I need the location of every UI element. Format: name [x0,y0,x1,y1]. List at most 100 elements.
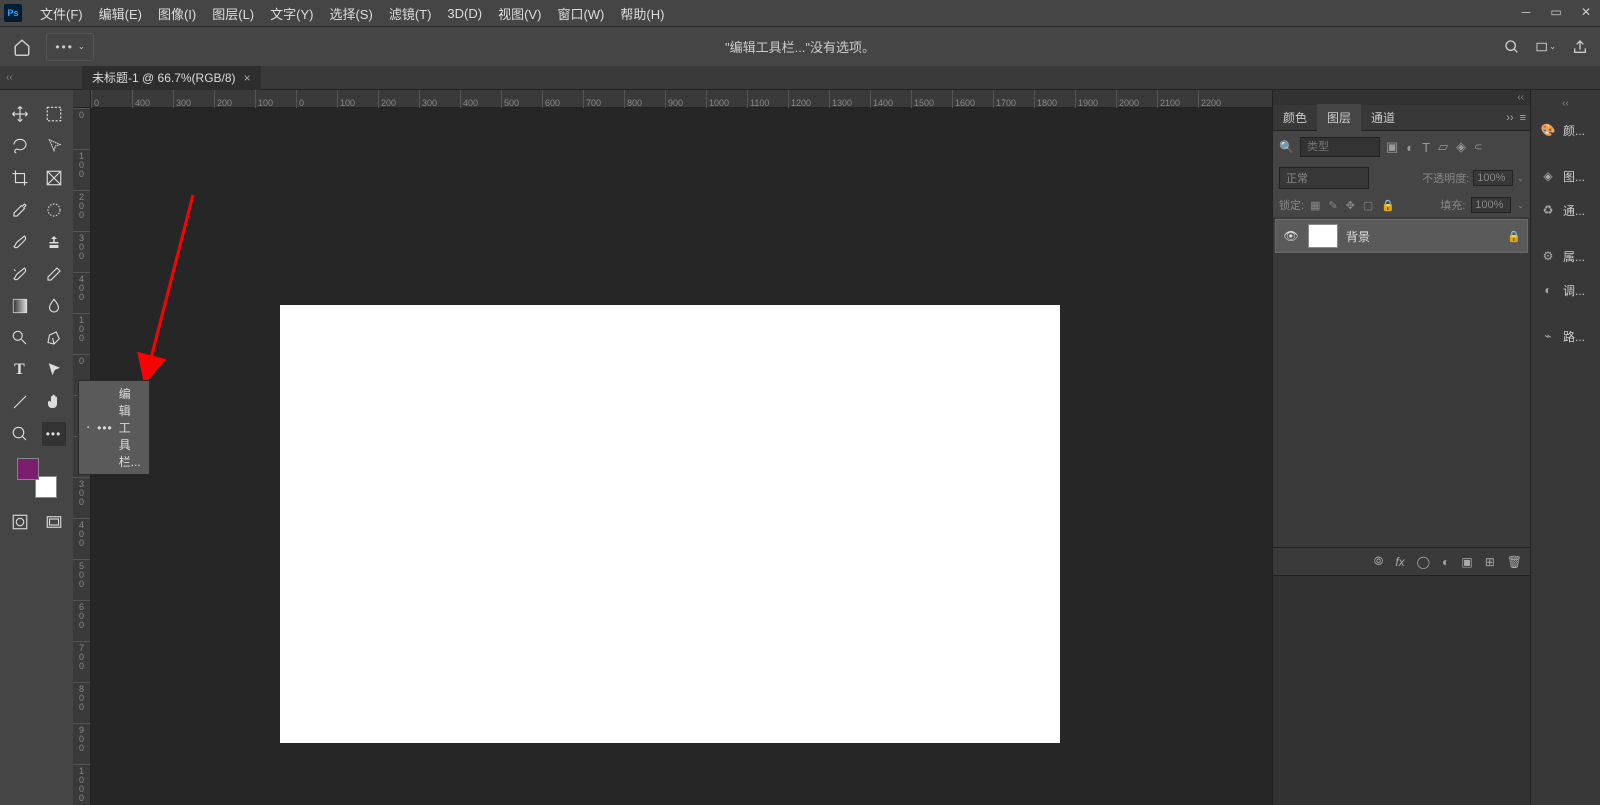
filter-smart-icon[interactable]: ◈ [1456,139,1466,155]
close-tab-icon[interactable]: × [244,71,251,85]
collapse-handle[interactable]: ‹‹ [1531,96,1600,111]
collapsed-channels[interactable]: ♻通... [1531,195,1600,225]
lock-artboard-icon[interactable]: ▢ [1363,199,1373,212]
layer-thumbnail[interactable] [1308,224,1338,248]
minimize-button[interactable]: ─ [1518,4,1534,20]
share-icon[interactable] [1570,37,1590,57]
menu-select[interactable]: 选择(S) [321,0,380,27]
clone-stamp-tool[interactable] [42,230,66,254]
lock-transparent-icon[interactable]: ▦ [1310,199,1320,212]
screen-mode-tool[interactable] [42,510,66,534]
close-button[interactable]: ✕ [1578,4,1594,20]
filter-image-icon[interactable]: ▣ [1386,139,1398,155]
menu-file[interactable]: 文件(F) [32,0,91,27]
toolbar-options-button[interactable]: ••• ⌄ [46,33,94,61]
menu-window[interactable]: 窗口(W) [549,0,612,27]
filter-shape-icon[interactable]: ▱ [1438,139,1448,155]
filter-type-icon[interactable]: T [1422,140,1430,155]
chevron-down-icon[interactable]: ⌄ [1517,174,1524,183]
group-icon[interactable]: ▣ [1461,555,1472,569]
collapse-right-icon[interactable]: ‹‹ [1273,90,1530,105]
frame-icon[interactable]: ⌄ [1536,37,1556,57]
collapsed-adjustments[interactable]: ◐调... [1531,275,1600,305]
type-tool[interactable]: T [8,358,32,382]
patch-tool[interactable] [42,198,66,222]
canvas[interactable] [280,305,1060,743]
adjustment-icon[interactable]: ◐ [1442,555,1449,569]
home-button[interactable] [6,33,38,61]
panel-expand-icon[interactable]: ›› [1506,112,1513,124]
visibility-toggle[interactable]: 👁 [1282,229,1300,243]
tab-color[interactable]: 颜色 [1273,104,1317,131]
chevron-down-icon: ⌄ [78,42,85,51]
panel-tabs: 颜色 图层 通道 ›› ≡ [1273,105,1530,131]
filter-adjust-icon[interactable]: ◐ [1406,140,1414,155]
layer-filter-input[interactable] [1300,137,1380,157]
edit-toolbar-tool[interactable]: ••• [42,422,66,446]
tab-layers[interactable]: 图层 [1317,104,1361,131]
menu-layer[interactable]: 图层(L) [204,0,262,27]
fill-input[interactable] [1471,197,1511,213]
lasso-tool[interactable] [8,134,32,158]
panel-menu-icon[interactable]: ≡ [1520,112,1526,124]
dodge-tool[interactable] [8,326,32,350]
collapsed-paths[interactable]: ⌁路... [1531,321,1600,351]
opacity-input[interactable] [1473,170,1513,186]
menu-image[interactable]: 图像(I) [150,0,204,27]
collapsed-color[interactable]: 🎨颜... [1531,115,1600,145]
lock-position-icon[interactable]: ✥ [1346,199,1355,212]
blend-mode-select[interactable]: 正常 [1279,167,1369,189]
menu-3d[interactable]: 3D(D) [439,2,490,25]
pen-tool[interactable] [42,326,66,350]
tab-channels[interactable]: 通道 [1361,104,1405,131]
gradient-tool[interactable] [8,294,32,318]
lock-paint-icon[interactable]: ✎ [1328,199,1337,212]
foreground-color[interactable] [17,458,39,480]
recycle-icon: ♻ [1539,201,1557,219]
lock-all-icon[interactable]: 🔒 [1381,199,1395,212]
quick-mask-tool[interactable] [8,510,32,534]
hand-tool[interactable] [42,390,66,414]
mask-icon[interactable]: ◯ [1417,555,1430,569]
search-icon[interactable] [1502,37,1522,57]
eyedropper-tool[interactable] [8,198,32,222]
new-layer-icon[interactable]: ⊞ [1485,555,1495,569]
collapsed-properties[interactable]: ⚙属... [1531,241,1600,271]
link-layers-icon[interactable]: ⦾ [1374,554,1384,569]
crop-tool[interactable] [8,166,32,190]
frame-tool[interactable] [42,166,66,190]
menu-type[interactable]: 文字(Y) [262,0,321,27]
collapse-left-icon[interactable]: ‹‹ [6,72,13,83]
menu-edit[interactable]: 编辑(E) [91,0,150,27]
chevron-down-icon[interactable]: ⌄ [1517,201,1524,210]
fill-label: 填充: [1440,197,1465,213]
eraser-tool[interactable] [42,262,66,286]
layer-lock-icon[interactable]: 🔒 [1507,230,1521,243]
collapsed-layers[interactable]: ◈图... [1531,161,1600,191]
color-swatches[interactable] [17,458,57,498]
document-tab[interactable]: 未标题-1 @ 66.7%(RGB/8) × [82,66,261,90]
layer-name[interactable]: 背景 [1346,228,1499,245]
layer-item[interactable]: 👁 背景 🔒 [1275,219,1528,253]
path-select-tool[interactable] [42,358,66,382]
line-tool[interactable] [8,390,32,414]
zoom-tool[interactable] [8,422,32,446]
delete-layer-icon[interactable]: 🗑 [1507,555,1522,569]
blur-tool[interactable] [42,294,66,318]
filter-toggle-icon[interactable]: ⊂ [1474,142,1482,153]
quick-select-tool[interactable] [42,134,66,158]
marquee-tool[interactable] [42,102,66,126]
fx-icon[interactable]: fx [1395,555,1404,569]
history-brush-tool[interactable] [8,262,32,286]
menu-help[interactable]: 帮助(H) [612,0,672,27]
maximize-button[interactable]: ▭ [1548,4,1564,20]
brush-tool[interactable] [8,230,32,254]
move-tool[interactable] [8,102,32,126]
menu-view[interactable]: 视图(V) [490,0,549,27]
horizontal-ruler[interactable]: 0400300200100010020030040050060070080090… [91,90,1272,108]
layers-icon: ◈ [1539,167,1557,185]
menu-filter[interactable]: 滤镜(T) [381,0,440,27]
options-bar: ••• ⌄ "编辑工具栏..."没有选项。 ⌄ [0,26,1600,66]
lock-label: 锁定: [1279,197,1304,213]
document-tabs-row: ‹‹ 未标题-1 @ 66.7%(RGB/8) × [0,66,1600,90]
